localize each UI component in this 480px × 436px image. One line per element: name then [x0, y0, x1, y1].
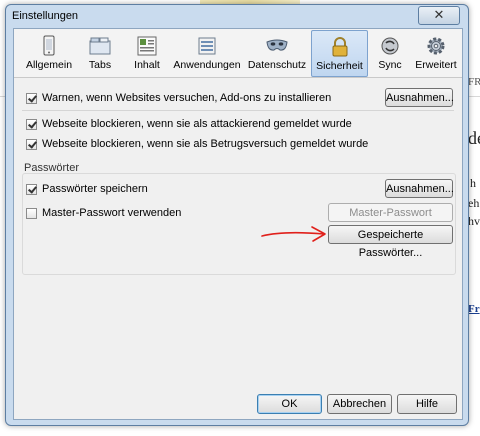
tab-label: Allgemein [25, 59, 73, 71]
tab-sicherheit[interactable]: Sicherheit [311, 30, 368, 77]
security-pane: Warnen, wenn Websites versuchen, Add-ons… [14, 78, 462, 419]
warn-addons-label: Warnen, wenn Websites versuchen, Add-ons… [42, 92, 332, 104]
gear-icon [427, 37, 445, 55]
mask-icon [266, 39, 288, 51]
tab-sync[interactable]: Sync [370, 30, 410, 75]
tab-datenschutz[interactable]: Datenschutz [246, 30, 308, 75]
password-exceptions-button[interactable]: Ausnahmen... [385, 179, 454, 198]
block-fraud-checkbox[interactable] [26, 139, 37, 150]
applications-icon [198, 37, 216, 55]
master-password-label: Master-Passwort verwenden [42, 207, 182, 219]
phone-icon [43, 35, 55, 56]
block-attack-label: Webseite blockieren, wenn sie als attack… [42, 118, 352, 130]
warn-addons-checkbox[interactable] [26, 93, 37, 104]
save-passwords-label: Passwörter speichern [42, 183, 148, 195]
tab-label: Anwendungen [173, 59, 241, 71]
pane-toolbar: Allgemein Tabs Inhalt Anwendungen Datens… [14, 29, 462, 78]
sync-icon [381, 37, 399, 55]
tab-label: Sicherheit [316, 60, 363, 72]
block-fraud-label: Webseite blockieren, wenn sie als Betrug… [42, 138, 369, 150]
lock-icon [332, 37, 347, 57]
tab-erweitert[interactable]: Erweitert [412, 30, 460, 75]
close-button[interactable]: ✕ [418, 6, 460, 25]
save-passwords-checkbox[interactable] [26, 184, 37, 195]
tab-label: Inhalt [134, 59, 160, 71]
background-fragment: de [468, 128, 480, 148]
separator [22, 110, 454, 111]
help-button[interactable]: Hilfe [397, 394, 457, 414]
tabs-icon [89, 37, 111, 55]
addon-exceptions-button[interactable]: Ausnahmen... [385, 88, 454, 107]
close-icon: ✕ [433, 7, 445, 22]
annotation-arrow-icon [261, 226, 326, 242]
background-fragment: eh [468, 196, 480, 210]
window-title: Einstellungen [12, 10, 79, 22]
saved-passwords-button[interactable]: Gespeicherte Passwörter... [328, 225, 453, 259]
tab-label: Sync [378, 59, 402, 71]
change-master-password-button[interactable]: Master-Passwort ändern... [328, 203, 453, 237]
master-password-checkbox[interactable] [26, 208, 37, 219]
background-fragment: h [470, 176, 476, 190]
tab-label: Erweitert [415, 59, 457, 71]
tab-tabs[interactable]: Tabs [80, 30, 120, 75]
title-bar[interactable]: Einstellungen ✕ [6, 5, 468, 27]
background-fragment: hv [468, 214, 480, 228]
background-fragment: FR [468, 76, 480, 88]
background-link: Fr [468, 303, 480, 315]
block-attack-checkbox[interactable] [26, 119, 37, 130]
tab-label: Tabs [88, 59, 112, 71]
preferences-dialog: Einstellungen ✕ Allgemein Tabs Inhalt An… [5, 4, 469, 426]
tab-label: Datenschutz [247, 59, 307, 71]
content-icon [137, 36, 157, 56]
tab-allgemein[interactable]: Allgemein [20, 30, 78, 75]
cancel-button[interactable]: Abbrechen [327, 394, 392, 414]
tab-anwendungen[interactable]: Anwendungen [172, 30, 242, 75]
dialog-body: Allgemein Tabs Inhalt Anwendungen Datens… [13, 28, 463, 420]
tab-inhalt[interactable]: Inhalt [124, 30, 170, 75]
ok-button[interactable]: OK [257, 394, 322, 414]
